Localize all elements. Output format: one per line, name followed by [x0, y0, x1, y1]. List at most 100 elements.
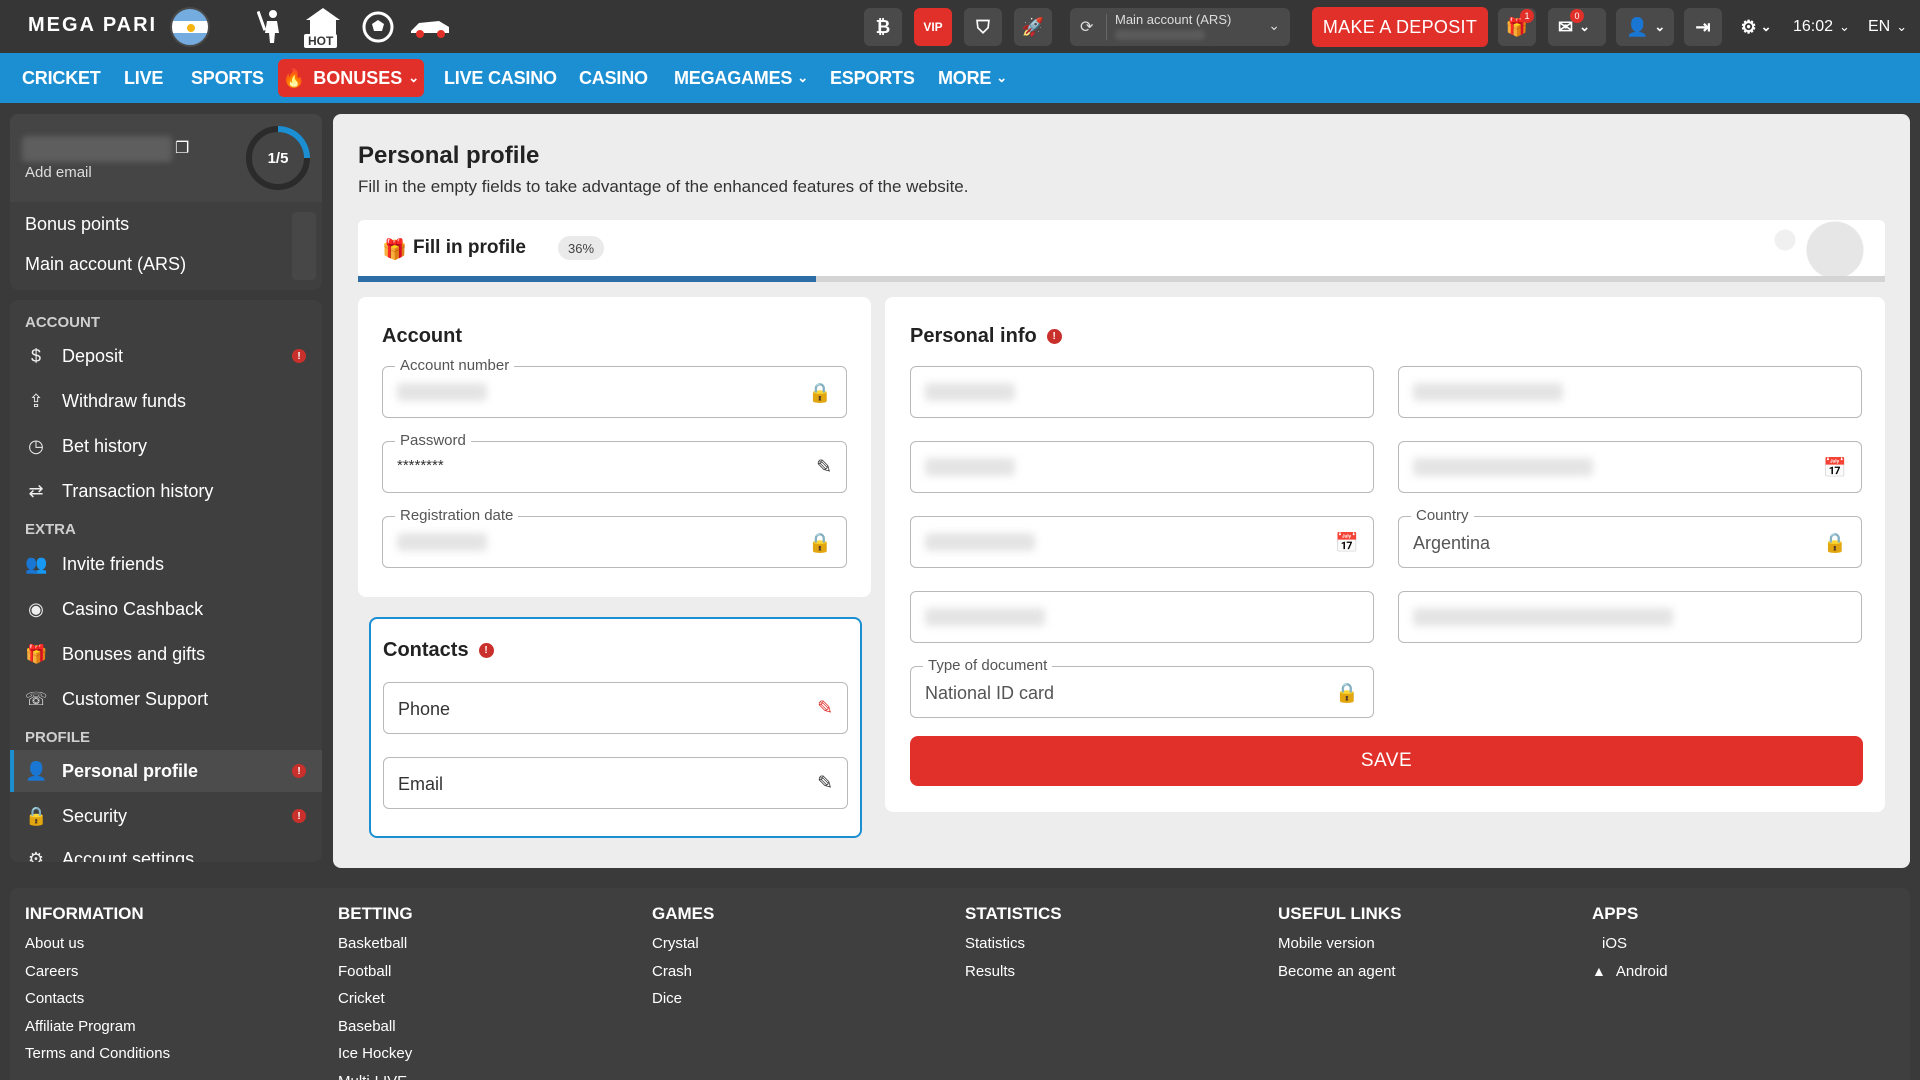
- email-field[interactable]: Email ✎: [383, 757, 848, 809]
- phone-field[interactable]: Phone ✎: [383, 682, 848, 734]
- first-name-field[interactable]: [910, 366, 1374, 418]
- footer-link-careers[interactable]: Careers: [25, 958, 170, 986]
- gear-icon: ⚙: [1740, 16, 1757, 37]
- nav-sports[interactable]: SPORTS: [191, 53, 264, 103]
- nav-bonuses[interactable]: 🔥 BONUSES ⌄: [278, 59, 424, 97]
- sidebar-item-account-settings[interactable]: ⚙ Account settings: [10, 838, 322, 863]
- footer-link-crash[interactable]: Crash: [652, 958, 714, 986]
- registration-date-hidden: [397, 533, 487, 551]
- nav-esports[interactable]: ESPORTS: [830, 53, 915, 103]
- vip-button[interactable]: VIP: [914, 8, 952, 46]
- profile-progress-ring[interactable]: 1/5: [246, 126, 310, 190]
- sidebar-item-personal-profile[interactable]: 👤 Personal profile !: [10, 750, 322, 792]
- footer-link-football[interactable]: Football: [338, 958, 413, 986]
- footer-link-affiliate[interactable]: Affiliate Program: [25, 1013, 170, 1041]
- sidebar-item-transactions[interactable]: ⇄ Transaction history: [10, 470, 322, 512]
- nav-casino[interactable]: CASINO: [579, 53, 648, 103]
- sidebar-item-deposit[interactable]: $ Deposit !: [10, 335, 322, 377]
- profile-menu-button[interactable]: 👤 ⌄: [1616, 8, 1674, 46]
- nav-more[interactable]: MORE ⌄: [938, 53, 1007, 103]
- address-field[interactable]: [1398, 591, 1862, 643]
- date-of-birth-field[interactable]: 📅: [1398, 441, 1862, 493]
- rocket-button[interactable]: 🚀: [1014, 8, 1052, 46]
- nav-live-casino[interactable]: LIVE CASINO: [444, 53, 557, 103]
- site-logo[interactable]: MEGA PARI: [28, 14, 157, 37]
- phone-placeholder: Phone: [398, 699, 451, 719]
- nav-megagames[interactable]: MEGAGAMES ⌄: [674, 53, 808, 103]
- calendar-icon[interactable]: 📅: [1335, 531, 1359, 555]
- sidebar-item-bet-history[interactable]: ◷ Bet history: [10, 425, 322, 467]
- footer-link-basketball[interactable]: Basketball: [338, 930, 413, 958]
- contacts-card: Contacts ! Phone ✎ Email ✎: [369, 617, 862, 838]
- time-select[interactable]: 16:02 ⌄: [1793, 8, 1850, 46]
- sidebar-item-label: Casino Cashback: [62, 598, 204, 619]
- make-deposit-button[interactable]: MAKE A DEPOSIT: [1312, 7, 1488, 47]
- footer-link-dice[interactable]: Dice: [652, 985, 714, 1013]
- save-button[interactable]: SAVE: [910, 736, 1863, 786]
- footer-link-baseball[interactable]: Baseball: [338, 1013, 413, 1041]
- footer-link-terms[interactable]: Terms and Conditions: [25, 1040, 170, 1068]
- footer-column-title: USEFUL LINKS: [1278, 904, 1402, 923]
- country-label: Country: [1411, 507, 1474, 524]
- last-name-field[interactable]: [1398, 366, 1862, 418]
- pencil-icon[interactable]: ✎: [817, 772, 833, 795]
- section-account: ACCOUNT: [25, 314, 100, 331]
- racing-car-icon[interactable]: [408, 8, 452, 46]
- nav-live[interactable]: LIVE: [124, 53, 163, 103]
- refresh-icon[interactable]: ⟳: [1080, 17, 1093, 37]
- sidebar-item-label: Security: [62, 805, 128, 826]
- lock-icon: 🔒: [1335, 683, 1359, 704]
- pencil-icon[interactable]: ✎: [816, 456, 832, 479]
- account-number-label: Account number: [395, 357, 515, 374]
- footer-link-results[interactable]: Results: [965, 958, 1062, 986]
- sidebar-item-casino-cashback[interactable]: ◉ Casino Cashback: [10, 588, 322, 630]
- language-select[interactable]: EN ⌄: [1868, 8, 1907, 46]
- gear-icon: ⚙: [27, 848, 45, 863]
- account-select[interactable]: ⟳ Main account (ARS) ⌄: [1070, 8, 1290, 46]
- document-date-field[interactable]: 📅: [910, 516, 1374, 568]
- bonus-points-item[interactable]: Bonus points: [25, 214, 129, 235]
- lock-icon: 🔒: [1823, 533, 1847, 554]
- fill-profile-banner[interactable]: 🎁 Fill in profile 36%: [358, 220, 1885, 278]
- cashback-button[interactable]: ⛉: [964, 8, 1002, 46]
- hot-games-button[interactable]: HOT: [302, 6, 344, 48]
- sidebar-item-customer-support[interactable]: ☏ Customer Support: [10, 678, 322, 720]
- sidebar-item-label: Withdraw funds: [62, 390, 187, 411]
- password-field[interactable]: Password ******** ✎: [382, 432, 847, 493]
- footer-link-statistics[interactable]: Statistics: [965, 930, 1062, 958]
- sidebar-item-invite-friends[interactable]: 👥 Invite friends: [10, 543, 322, 585]
- logout-button[interactable]: ⇥: [1684, 8, 1722, 46]
- footer-link-about[interactable]: About us: [25, 930, 170, 958]
- footer-link-cricket[interactable]: Cricket: [338, 985, 413, 1013]
- sidebar-item-withdraw[interactable]: ⇪ Withdraw funds: [10, 380, 322, 422]
- footer-link-android[interactable]: ▲ Android: [1592, 958, 1668, 986]
- main-account-item[interactable]: Main account (ARS): [25, 254, 186, 275]
- footer-link-contacts[interactable]: Contacts: [25, 985, 170, 1013]
- sidebar-item-bonuses-gifts[interactable]: 🎁 Bonuses and gifts: [10, 633, 322, 675]
- cricket-player-icon[interactable]: [252, 8, 292, 46]
- pencil-icon[interactable]: ✎: [817, 697, 833, 720]
- footer-link-ice-hockey[interactable]: Ice Hockey: [338, 1040, 413, 1068]
- sidebar-item-security[interactable]: 🔒 Security !: [10, 795, 322, 837]
- footer-link-crystal[interactable]: Crystal: [652, 930, 714, 958]
- footer-link-multi-live[interactable]: Multi-LIVE: [338, 1068, 413, 1080]
- gift-icon: 🎁: [25, 643, 48, 664]
- footer-link-mobile[interactable]: Mobile version: [1278, 930, 1401, 958]
- footer-link-agent[interactable]: Become an agent: [1278, 958, 1401, 986]
- vip-label: VIP: [923, 20, 943, 34]
- bitcoin-button[interactable]: ₿: [864, 8, 902, 46]
- lock-icon: 🔒: [808, 533, 832, 554]
- balances-scrollbar[interactable]: [292, 212, 316, 280]
- football-icon[interactable]: [358, 8, 398, 46]
- calendar-icon[interactable]: 📅: [1823, 456, 1847, 480]
- registration-date-field: Registration date 🔒: [382, 507, 847, 568]
- add-email-link[interactable]: Add email: [25, 164, 92, 181]
- settings-menu-button[interactable]: ⚙ ⌄: [1730, 8, 1782, 46]
- copy-icon[interactable]: ❐: [175, 138, 189, 158]
- warning-icon: !: [292, 764, 306, 778]
- city-field[interactable]: [910, 591, 1374, 643]
- nav-cricket[interactable]: CRICKET: [22, 53, 101, 103]
- argentina-flag-icon[interactable]: [170, 7, 210, 47]
- middle-name-field[interactable]: [910, 441, 1374, 493]
- footer-link-ios[interactable]: iOS: [1592, 930, 1668, 958]
